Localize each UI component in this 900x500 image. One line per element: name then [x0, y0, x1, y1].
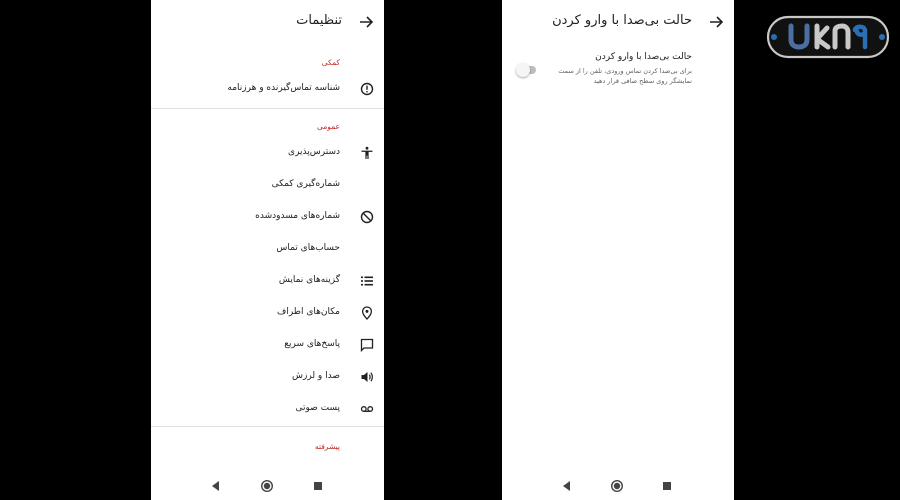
nav-home-icon[interactable] [260, 479, 274, 493]
flip-to-silence-screen: حالت بی‌صدا با وارو کردن حالت بی‌صدا با … [502, 0, 734, 500]
logo-artwork [766, 15, 890, 59]
navigation-bar [502, 472, 734, 500]
page-title: حالت بی‌صدا با وارو کردن [552, 13, 692, 28]
brand-logo [765, 14, 891, 60]
nav-recents-icon[interactable] [660, 479, 674, 493]
settings-item-caller-id-spam[interactable]: شناسه تماس‌گیرنده و هرزنامه [151, 74, 384, 104]
divider [151, 108, 384, 109]
info-circle-icon [360, 82, 374, 96]
voicemail-icon [360, 406, 374, 412]
back-arrow-icon[interactable] [358, 14, 374, 30]
flip-app-bar: حالت بی‌صدا با وارو کردن [502, 0, 734, 46]
settings-item-label: حساب‌های تماس [276, 243, 340, 253]
nav-recents-icon[interactable] [311, 479, 325, 493]
settings-item-blocked-numbers[interactable]: شماره‌های مسدودشده [151, 202, 384, 232]
settings-item-quick-responses[interactable]: پاسخ‌های سریع [151, 330, 384, 360]
block-icon [360, 210, 374, 224]
back-arrow-icon[interactable] [708, 14, 724, 30]
settings-item-label: گزینه‌های نمایش [278, 275, 340, 285]
settings-item-label: دسترس‌پذیری [288, 147, 340, 157]
settings-app-bar: تنظیمات [151, 0, 384, 46]
settings-item-label: مکان‌های اطراف [277, 307, 340, 317]
settings-item-accessibility[interactable]: دسترس‌پذیری [151, 138, 384, 168]
nav-back-icon[interactable] [560, 479, 574, 493]
section-header-assistive: کمکی [321, 58, 340, 67]
settings-item-label: شماره‌های مسدودشده [255, 211, 340, 221]
location-pin-icon [361, 306, 373, 320]
list-icon [361, 276, 373, 286]
section-header-general: عمومی [317, 122, 340, 131]
divider [151, 426, 384, 427]
settings-item-voicemail[interactable]: پست صوتی [151, 394, 384, 424]
page-title: تنظیمات [296, 13, 342, 28]
screenshot-stage: تنظیمات کمکی شناسه تماس‌گیرنده و هرزنامه… [0, 0, 900, 500]
setting-title: حالت بی‌صدا با وارو کردن [595, 52, 692, 62]
settings-item-label: پاسخ‌های سریع [284, 339, 340, 349]
settings-item-label: صدا و لرزش [292, 371, 340, 381]
section-header-advanced: پیشرفته [314, 442, 340, 451]
nav-back-icon[interactable] [209, 479, 223, 493]
volume-icon [361, 372, 373, 382]
setting-description: برای بی‌صدا کردن تماس ورودی، تلفن را از … [558, 67, 692, 85]
accessibility-icon [361, 146, 373, 159]
message-icon [360, 338, 374, 352]
settings-item-sound-vibration[interactable]: صدا و لرزش [151, 362, 384, 392]
settings-item-nearby-places[interactable]: مکان‌های اطراف [151, 298, 384, 328]
settings-item-label: پست صوتی [295, 403, 340, 413]
flip-to-silence-toggle[interactable] [516, 63, 538, 77]
nav-home-icon[interactable] [610, 479, 624, 493]
toggle-thumb [516, 63, 530, 77]
settings-item-display-options[interactable]: گزینه‌های نمایش [151, 266, 384, 296]
settings-item-label: شماره‌گیری کمکی [271, 179, 340, 189]
navigation-bar [151, 472, 384, 500]
settings-item-label: شناسه تماس‌گیرنده و هرزنامه [227, 83, 340, 93]
settings-item-calling-accounts[interactable]: حساب‌های تماس [151, 234, 384, 264]
settings-item-assisted-dialing[interactable]: شماره‌گیری کمکی [151, 170, 384, 200]
settings-screen: تنظیمات کمکی شناسه تماس‌گیرنده و هرزنامه… [151, 0, 384, 500]
